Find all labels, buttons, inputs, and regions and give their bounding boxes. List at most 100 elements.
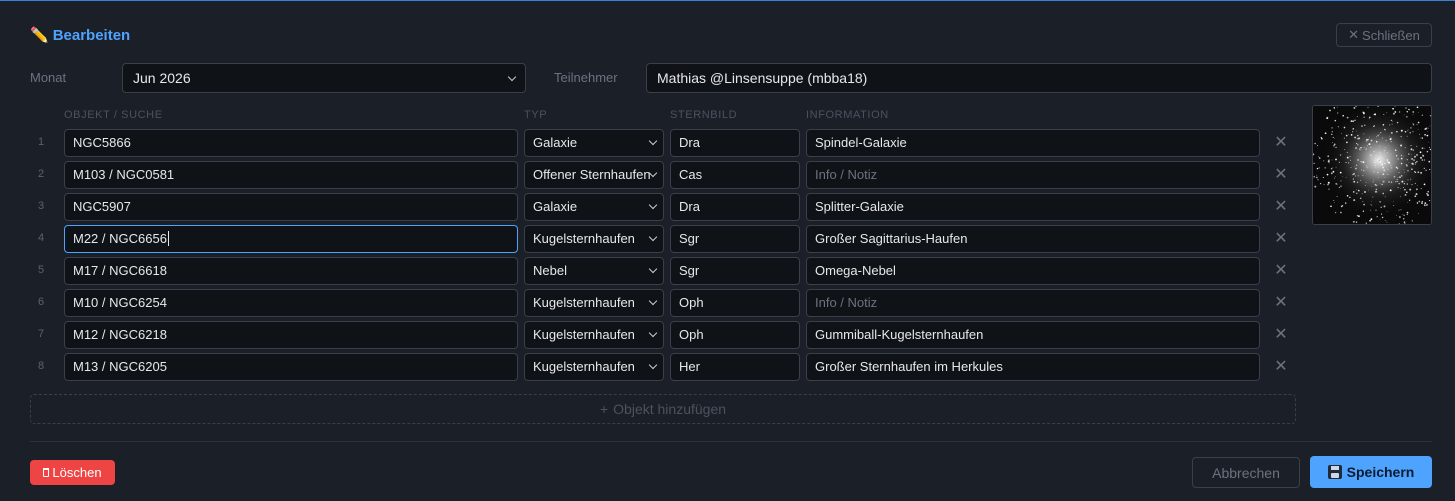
info-input[interactable]: Spindel-Galaxie [806,129,1260,157]
star-dot [1412,114,1414,116]
star-dot [1342,114,1345,117]
object-input[interactable]: NGC5866 [64,129,518,157]
cancel-button[interactable]: Abbrechen [1192,457,1300,488]
close-button[interactable]: ✕ Schließen [1336,23,1432,47]
object-input-value: M17 / NGC6618 [73,263,167,278]
star-dot [1389,135,1390,137]
remove-row-icon[interactable]: ✕ [1271,197,1291,217]
table-row: 7 M12 / NGC6218 Kugelsternhaufen Oph Gummiba… [0,321,1300,353]
star-dot [1340,211,1342,214]
row-number: 8 [38,360,45,372]
object-input[interactable]: M22 / NGC6656 [64,225,518,253]
info-input[interactable]: Splitter-Galaxie [806,193,1260,221]
save-button[interactable]: Speichern [1310,456,1432,488]
star-dot [1355,221,1358,223]
star-dot [1363,169,1365,172]
star-dot [1384,177,1386,178]
star-dot [1356,192,1358,194]
star-dot [1335,158,1337,161]
star-dot [1381,213,1383,215]
type-select-value: Kugelsternhaufen [533,359,635,374]
chevron-down-icon [648,360,658,370]
star-dot [1421,159,1424,161]
star-dot [1365,182,1367,183]
info-input[interactable]: Großer Sternhaufen im Herkules [806,353,1260,381]
type-select[interactable]: Kugelsternhaufen [524,289,664,317]
constellation-input[interactable]: Dra [670,193,800,221]
star-dot [1412,122,1414,124]
star-dot [1389,124,1391,126]
star-dot [1363,112,1365,115]
trash-icon [43,468,50,477]
participant-input[interactable]: Mathias @Linsensuppe (mbba18) [646,63,1432,93]
star-dot [1365,185,1366,186]
object-input[interactable]: M10 / NGC6254 [64,289,518,317]
star-dot [1421,137,1423,139]
object-input[interactable]: NGC5907 [64,193,518,221]
star-dot [1383,205,1386,208]
constellation-input[interactable]: Oph [670,321,800,349]
month-label: Monat [30,70,67,85]
star-dot [1339,171,1342,174]
star-dot [1380,206,1382,208]
star-dot [1408,108,1410,111]
type-select[interactable]: Nebel [524,257,664,285]
type-select[interactable]: Kugelsternhaufen [524,321,664,349]
add-object-label: Objekt hinzufügen [613,401,727,417]
star-dot [1378,134,1380,135]
object-input[interactable]: M17 / NGC6618 [64,257,518,285]
constellation-input[interactable]: Oph [670,289,800,317]
info-input[interactable]: Info / Notiz [806,289,1260,317]
star-dot [1388,181,1390,183]
star-dot [1396,214,1397,216]
type-select[interactable]: Galaxie [524,193,664,221]
table-row: 1 NGC5866 Galaxie Dra Spindel-Galaxie ✕ [0,129,1300,161]
type-select[interactable]: Galaxie [524,129,664,157]
chevron-down-icon [507,72,517,81]
star-dot [1411,153,1412,155]
remove-row-icon[interactable]: ✕ [1271,165,1291,185]
object-input[interactable]: M13 / NGC6205 [64,353,518,381]
info-input[interactable]: Info / Notiz [806,161,1260,189]
add-object-button[interactable]: + Objekt hinzufügen [30,394,1296,424]
constellation-input[interactable]: Her [670,353,800,381]
star-dot [1406,116,1408,118]
star-dot [1400,188,1401,190]
info-input[interactable]: Großer Sagittarius-Haufen [806,225,1260,253]
constellation-input[interactable]: Sgr [670,225,800,253]
delete-button[interactable]: Löschen [30,460,115,485]
star-dot [1419,151,1422,154]
type-select[interactable]: Kugelsternhaufen [524,225,664,253]
remove-row-icon[interactable]: ✕ [1271,261,1291,281]
remove-row-icon[interactable]: ✕ [1271,133,1291,153]
star-dot [1379,151,1381,153]
star-dot [1397,187,1399,189]
object-input[interactable]: M12 / NGC6218 [64,321,518,349]
info-input[interactable]: Omega-Nebel [806,257,1260,285]
star-dot [1406,159,1408,161]
star-dot [1353,173,1355,175]
star-dot [1350,159,1352,161]
info-input[interactable]: Gummiball-Kugelsternhaufen [806,321,1260,349]
column-header-type: TYP [524,109,548,121]
remove-row-icon[interactable]: ✕ [1271,357,1291,377]
star-dot [1381,183,1383,186]
type-select[interactable]: Offener Sternhaufen [524,161,664,189]
remove-row-icon[interactable]: ✕ [1271,229,1291,249]
constellation-input[interactable]: Sgr [670,257,800,285]
remove-row-icon[interactable]: ✕ [1271,293,1291,313]
remove-row-icon[interactable]: ✕ [1271,325,1291,345]
star-dot [1402,187,1404,189]
star-dot [1370,209,1371,211]
constellation-input[interactable]: Cas [670,161,800,189]
star-dot [1387,174,1389,176]
object-input[interactable]: M103 / NGC0581 [64,161,518,189]
constellation-input[interactable]: Dra [670,129,800,157]
type-select[interactable]: Kugelsternhaufen [524,353,664,381]
month-select[interactable]: Jun 2026 [122,63,526,93]
star-dot [1401,180,1404,183]
star-dot [1385,139,1387,142]
star-dot [1375,140,1378,143]
star-dot [1426,204,1429,206]
star-dot [1333,145,1335,147]
